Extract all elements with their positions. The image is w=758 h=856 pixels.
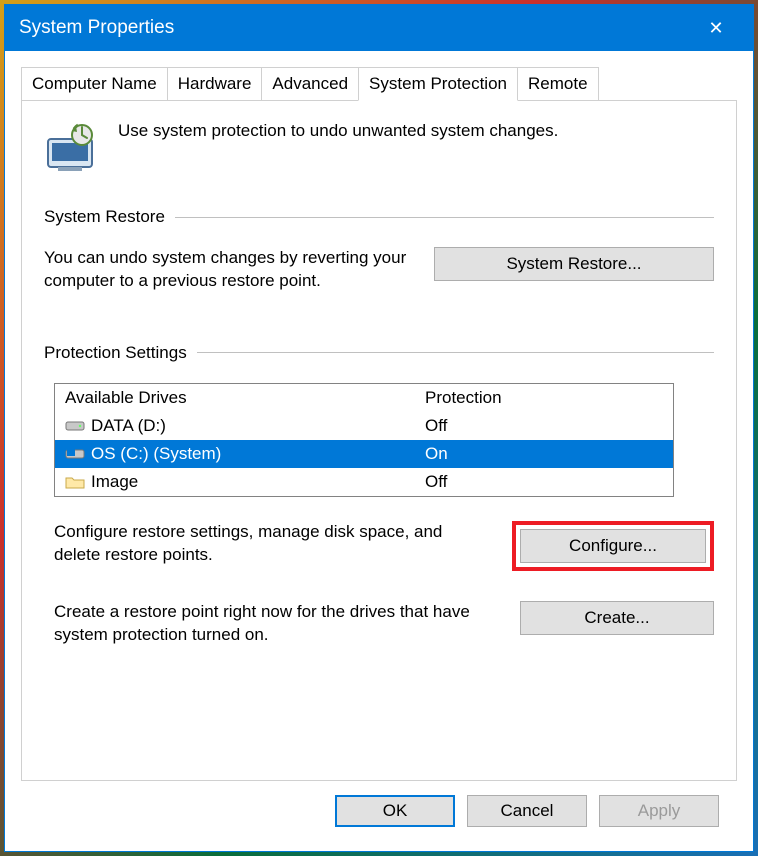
tab-label: Hardware bbox=[178, 74, 252, 93]
system-protection-icon bbox=[44, 119, 100, 175]
restore-description: You can undo system changes by reverting… bbox=[44, 247, 414, 293]
configure-button[interactable]: Configure... bbox=[520, 529, 706, 563]
close-icon: ✕ bbox=[708, 18, 723, 39]
drives-list[interactable]: Available Drives Protection DATA (D:) Of… bbox=[54, 383, 674, 497]
close-button[interactable]: ✕ bbox=[693, 5, 739, 51]
configure-highlight: Configure... bbox=[512, 521, 714, 571]
configure-description: Configure restore settings, manage disk … bbox=[54, 521, 492, 567]
cancel-button[interactable]: Cancel bbox=[467, 795, 587, 827]
drive-protection: Off bbox=[425, 472, 663, 492]
col-available-drives: Available Drives bbox=[65, 388, 425, 408]
drive-protection: On bbox=[425, 444, 663, 464]
section-header-protection: Protection Settings bbox=[44, 343, 714, 363]
tab-computer-name[interactable]: Computer Name bbox=[21, 67, 168, 100]
drive-row[interactable]: Image Off bbox=[55, 468, 673, 496]
drive-name: OS (C:) (System) bbox=[91, 444, 221, 464]
configure-row: Configure restore settings, manage disk … bbox=[44, 521, 714, 571]
apply-button[interactable]: Apply bbox=[599, 795, 719, 827]
tab-remote[interactable]: Remote bbox=[517, 67, 599, 100]
drive-name: Image bbox=[91, 472, 138, 492]
divider bbox=[175, 217, 714, 218]
hdd-icon bbox=[65, 418, 85, 434]
window-title: System Properties bbox=[19, 17, 693, 39]
system-properties-window: System Properties ✕ Computer Name Hardwa… bbox=[4, 4, 754, 852]
create-description: Create a restore point right now for the… bbox=[54, 601, 500, 647]
windrive-icon bbox=[65, 446, 85, 462]
intro-text: Use system protection to undo unwanted s… bbox=[118, 119, 558, 141]
tab-label: System Protection bbox=[369, 74, 507, 93]
drive-row[interactable]: OS (C:) (System) On bbox=[55, 440, 673, 468]
section-header-restore: System Restore bbox=[44, 207, 714, 227]
tab-advanced[interactable]: Advanced bbox=[261, 67, 359, 100]
tab-label: Computer Name bbox=[32, 74, 157, 93]
drive-name: DATA (D:) bbox=[91, 416, 166, 436]
col-protection: Protection bbox=[425, 388, 663, 408]
tab-label: Remote bbox=[528, 74, 588, 93]
system-restore-button[interactable]: System Restore... bbox=[434, 247, 714, 281]
create-button[interactable]: Create... bbox=[520, 601, 714, 635]
tab-label: Advanced bbox=[272, 74, 348, 93]
titlebar[interactable]: System Properties ✕ bbox=[5, 5, 753, 51]
create-row: Create a restore point right now for the… bbox=[44, 601, 714, 647]
tab-strip: Computer Name Hardware Advanced System P… bbox=[21, 67, 737, 101]
content-area: Computer Name Hardware Advanced System P… bbox=[5, 51, 753, 851]
tab-system-protection[interactable]: System Protection bbox=[358, 67, 518, 101]
drives-header: Available Drives Protection bbox=[55, 384, 673, 412]
dialog-footer: OK Cancel Apply bbox=[21, 781, 737, 841]
restore-row: You can undo system changes by reverting… bbox=[44, 247, 714, 293]
folder-icon bbox=[65, 474, 85, 490]
section-title: Protection Settings bbox=[44, 343, 187, 363]
section-title: System Restore bbox=[44, 207, 165, 227]
intro-row: Use system protection to undo unwanted s… bbox=[44, 119, 714, 175]
drive-protection: Off bbox=[425, 416, 663, 436]
tab-hardware[interactable]: Hardware bbox=[167, 67, 263, 100]
ok-button[interactable]: OK bbox=[335, 795, 455, 827]
tab-panel-system-protection: Use system protection to undo unwanted s… bbox=[21, 101, 737, 781]
drive-row[interactable]: DATA (D:) Off bbox=[55, 412, 673, 440]
divider bbox=[197, 352, 714, 353]
